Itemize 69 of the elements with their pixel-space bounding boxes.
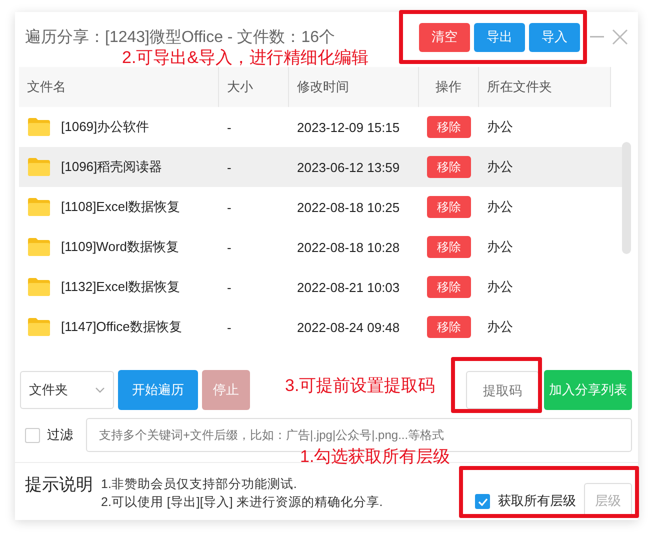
table-cell-text: 2022-08-24 09:48	[296, 320, 401, 334]
add-button[interactable]: 加入分享列表	[544, 370, 632, 410]
hint-text: 1.非赞助会员仅支持部分功能测试.	[101, 476, 298, 493]
type-select[interactable]: 文件夹	[20, 371, 114, 409]
hint-text: 2.可以使用 [导出][导入] 来进行资源的精确化分享.	[101, 494, 383, 511]
filter-label: 过滤	[47, 426, 73, 444]
table-cell-text: 2022-08-18 10:25	[296, 200, 401, 214]
toolbar-button[interactable]: 导入	[529, 22, 580, 52]
remove-button[interactable]: 移除	[427, 116, 471, 138]
remove-button[interactable]: 移除	[427, 236, 471, 258]
column-header: 修改时间	[289, 67, 419, 107]
folder-icon	[27, 277, 51, 297]
file-name: [1096]稻壳阅读器	[61, 158, 162, 176]
folder-icon	[27, 117, 51, 137]
window-title: 遍历分享：[1243]微型Office - 文件数：16个	[25, 28, 336, 48]
table-cell-text: 2022-08-21 10:03	[296, 280, 401, 294]
column-header: 大小	[219, 67, 289, 107]
table-row[interactable]: [1108]Excel数据恢复 - 2022-08-18 10:25 移除 办公	[19, 187, 622, 227]
remove-button[interactable]: 移除	[427, 276, 471, 298]
folder-icon	[27, 317, 51, 337]
toolbar-button[interactable]: 导出	[474, 22, 525, 52]
scrollbar[interactable]	[622, 142, 631, 254]
table-cell-text: 办公	[486, 278, 514, 296]
table-cell-text: -	[226, 240, 232, 254]
table-row[interactable]: [1132]Excel数据恢复 - 2022-08-21 10:03 移除 办公	[19, 267, 622, 307]
table-row[interactable]: [1096]稻壳阅读器 - 2023-06-12 13:59 移除 办公	[19, 147, 622, 187]
hint-title: 提示说明	[25, 474, 93, 496]
remove-button[interactable]: 移除	[427, 316, 471, 338]
file-name: [1109]Word数据恢复	[61, 238, 180, 256]
folder-icon	[27, 237, 51, 257]
table-cell-text: 2022-08-18 10:28	[296, 240, 401, 254]
all-levels-checkbox[interactable]	[475, 494, 490, 509]
table-cell-text: 2023-12-09 15:15	[296, 120, 401, 134]
file-name: [1132]Excel数据恢复	[61, 278, 180, 296]
folder-icon	[27, 197, 51, 217]
table-cell-text: -	[226, 160, 232, 174]
remove-button[interactable]: 移除	[427, 156, 471, 178]
table-cell-text: 办公	[486, 318, 514, 336]
close-icon[interactable]	[612, 29, 628, 45]
remove-button[interactable]: 移除	[427, 196, 471, 218]
column-header: 所在文件夹	[479, 67, 611, 107]
table-cell-text: 办公	[486, 198, 514, 216]
table-cell-text: 办公	[486, 238, 514, 256]
column-header: 文件名	[19, 67, 219, 107]
table-cell-text: -	[226, 200, 232, 214]
code-field[interactable]: 提取码	[466, 371, 539, 409]
file-name: [1108]Excel数据恢复	[61, 198, 180, 216]
table-cell-text: 办公	[486, 118, 514, 136]
filter-checkbox[interactable]	[25, 428, 40, 442]
minimize-icon[interactable]	[590, 36, 604, 38]
file-name: [1069]办公软件	[61, 118, 150, 136]
start-button[interactable]: 开始遍历	[118, 370, 198, 410]
annotation-text: 3.可提前设置提取码	[285, 375, 436, 397]
table-row[interactable]: [1147]Office数据恢复 - 2022-08-24 09:48 移除 办公	[19, 307, 622, 347]
table-cell-text: 办公	[486, 158, 514, 176]
table-cell-text: 2023-06-12 13:59	[296, 160, 401, 174]
chevron-icon	[95, 387, 105, 393]
check-icon	[478, 498, 488, 506]
toolbar-button[interactable]: 清空	[419, 22, 470, 52]
table-row[interactable]: [1069]办公软件 - 2023-12-09 15:15 移除 办公	[19, 107, 622, 147]
all-levels-label: 获取所有层级	[498, 492, 576, 510]
table-cell-text: -	[226, 120, 232, 134]
table-row[interactable]: [1109]Word数据恢复 - 2022-08-18 10:28 移除 办公	[19, 227, 622, 267]
table-cell-text: -	[226, 320, 232, 334]
file-name: [1147]Office数据恢复	[61, 318, 182, 336]
table-cell-text: -	[226, 280, 232, 294]
annotation-text: 2.可导出&导入，进行精细化编辑	[122, 47, 369, 69]
column-header: 操作	[419, 67, 479, 107]
folder-icon	[27, 157, 51, 177]
